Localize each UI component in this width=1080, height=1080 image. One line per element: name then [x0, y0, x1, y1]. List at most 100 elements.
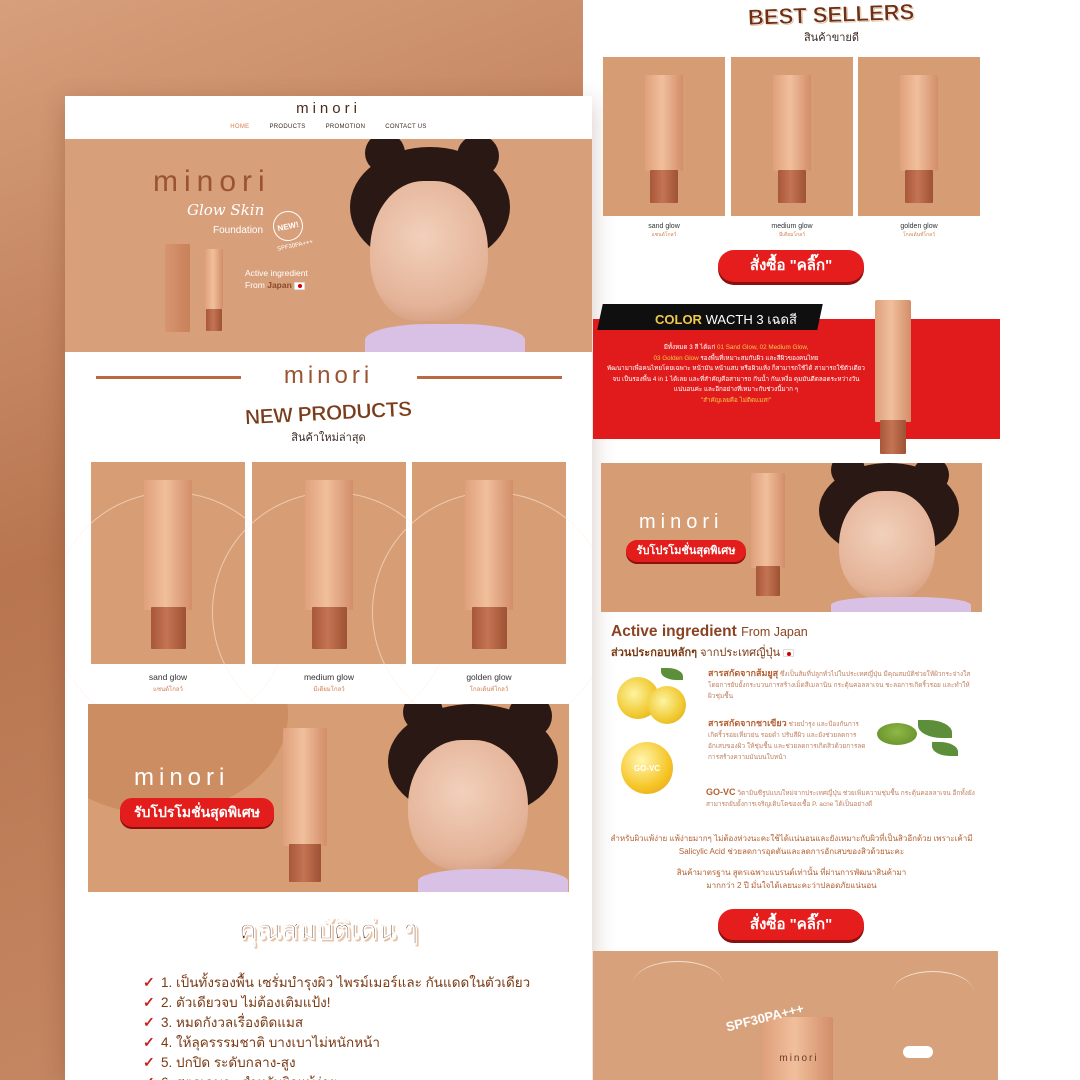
japan-flag-icon [783, 649, 795, 658]
product-thai-name: โกลเด้นท์โกลว์ [902, 232, 936, 238]
bestseller-card-golden-glow[interactable] [858, 57, 980, 216]
feature-text: 4. ให้ลุครรรมชาติ บางเบาไม่หนักหน้า [161, 1035, 380, 1050]
model-shirt-image [831, 597, 971, 612]
product-thai-name: มีเดียมโกลว์ [313, 687, 345, 693]
wave-decor [893, 971, 973, 1011]
product-label: medium glow มีเดียมโกลว์ [252, 672, 406, 694]
model-face-image [408, 740, 528, 870]
best-sellers-heading: BEST SELLERS สินค้าขายดี [583, 0, 1080, 46]
product-thai-name: มีเดียมโกลว์ [778, 232, 806, 238]
color-tag-bold: COLOR [655, 312, 702, 327]
feature-text: 2. ตัวเดียวจบ ไม่ต้องเติมแป้ง! [161, 995, 331, 1010]
bestseller-card-medium-glow[interactable] [731, 57, 853, 216]
features-title: คุณสมบัติเด่น ๆ [238, 915, 419, 946]
nav-item-contact[interactable]: CONTACT US [385, 124, 426, 130]
feature-text: 3. หมดกังวลเรื่องติดแมส [161, 1015, 304, 1030]
promo-logo: minori [639, 511, 724, 533]
bestseller-label: medium glow มีเดียมโกลว์ [731, 223, 853, 239]
promo-banner[interactable]: minori รับโปรโมชั่นสุดพิเศษ [88, 704, 569, 892]
cap-image [905, 170, 933, 203]
feature-item: ✓ 2. ตัวเดียวจบ ไม่ต้องเติมแป้ง! [143, 992, 530, 1012]
product-label: sand glow แซนด์โกลว์ [91, 672, 245, 694]
product-box-image [165, 244, 190, 332]
ingredient-yuzu: สารสกัดจากส้มยูสุ ซึ่งเป็นส้มที่ปลูกทั่ว… [708, 668, 972, 702]
new-products-subtitle: สินค้าใหม่ล่าสุด [291, 432, 366, 444]
color-tube-image [875, 300, 911, 422]
tube-image [773, 75, 811, 171]
product-name[interactable]: golden glow [858, 223, 980, 230]
yuzu-fruit-image [648, 686, 686, 724]
landing-page-preview: minori HOME PRODUCTS PROMOTION CONTACT U… [65, 96, 592, 1080]
color-tag-rest: WACTH 3 เฉดสี [705, 312, 797, 327]
checkmark-icon: ✓ [143, 1013, 155, 1030]
product-label: golden glow โกลเด้นท์โกลว์ [412, 672, 566, 694]
promo-badge[interactable]: รับโปรโมชั่นสุดพิเศษ [626, 540, 746, 562]
order-button-bottom[interactable]: สั่งซื้อ "คลิ๊ก" [718, 909, 864, 940]
promo-badge[interactable]: รับโปรโมชั่นสุดพิเศษ [120, 798, 274, 827]
active-ingredient-callout: Active ingredient From Japan [245, 267, 308, 291]
order-button-top[interactable]: สั่งซื้อ "คลิ๊ก" [718, 250, 864, 282]
hero-banner[interactable]: minori Glow Skin Foundation NEW! SPF30PA… [65, 139, 592, 352]
cap-image [289, 844, 321, 882]
section-divider: minori [65, 362, 592, 392]
checkmark-icon: ✓ [143, 993, 155, 1010]
new-products-title: NEW PRODUCTS [244, 397, 413, 430]
ai-sub-bold: ส่วนประกอบหลักๆ [611, 647, 698, 659]
promo-banner-2[interactable]: minori รับโปรโมชั่นสุดพิเศษ [601, 463, 982, 612]
active-from: From [245, 280, 265, 290]
ai-title-bold: Active ingredient [611, 623, 737, 640]
feature-text: 1. เป็นทั้งรองพื้น เซรั่มบำรุงผิว ไพรม์เ… [161, 975, 531, 990]
feature-item: ✓ 5. ปกปิด ระดับกลาง-สูง [143, 1052, 530, 1072]
color-cap-image [880, 420, 906, 454]
ai-footnote-1: สำหรับผิวแพ้ง่าย แพ้ง่ายมากๆ ไม่ต้องห่วง… [610, 834, 973, 856]
hero-logo: minori [153, 165, 271, 198]
feature-item: ✓ 1. เป็นทั้งรองพื้น เซรั่มบำรุงผิว ไพรม์… [143, 972, 530, 992]
cloud-decor [903, 1046, 933, 1058]
product-card-golden-glow[interactable] [372, 462, 592, 732]
tube-image [900, 75, 938, 171]
divider-logo: minori [283, 362, 374, 389]
site-header: minori HOME PRODUCTS PROMOTION CONTACT U… [65, 96, 592, 139]
product-name[interactable]: golden glow [412, 672, 566, 682]
japan-flag-icon [294, 281, 306, 290]
nav-item-promotion[interactable]: PROMOTION [326, 124, 366, 130]
spf-label: SPF30PA+++ [276, 239, 314, 253]
product-thai-name: แซนด์โกลว์ [651, 232, 677, 238]
product-name[interactable]: medium glow [252, 672, 406, 682]
model-face-image [370, 181, 488, 321]
tube-image [645, 75, 683, 171]
product-name[interactable]: sand glow [91, 672, 245, 682]
checkmark-icon: ✓ [143, 973, 155, 990]
ingredient-desc: วิตามินซีรูปแบบใหม่จากประเทศญี่ปุ่น ช่วย… [706, 790, 975, 808]
color-tag: COLOR WACTH 3 เฉดสี [655, 309, 797, 330]
best-sellers-title: BEST SELLERS [747, 0, 916, 30]
site-logo[interactable]: minori [65, 100, 592, 117]
color-description: มีทั้งหมด 3 สี ได้แก่ 01 Sand Glow, 02 M… [607, 343, 865, 406]
feature-item: ✓ 3. หมดกังวลเรื่องติดแมส [143, 1012, 530, 1032]
tube-image [465, 480, 513, 610]
main-nav: HOME PRODUCTS PROMOTION CONTACT US [65, 124, 592, 130]
tube-image [144, 480, 192, 610]
ai-title-rest: From Japan [741, 625, 808, 639]
hero-script-title: Glow Skin [187, 201, 265, 219]
nav-item-products[interactable]: PRODUCTS [269, 124, 305, 130]
active-japan: Japan [267, 280, 292, 290]
active-ingredient-title: Active ingredient From Japan [611, 623, 808, 641]
color-body-text: พัฒนามาเพื่อคนไทยโดยเฉพาะ หน้ามัน หน้าแส… [607, 365, 865, 393]
new-products-heading: NEW PRODUCTS สินค้าใหม่ล่าสุด [65, 397, 592, 446]
product-name[interactable]: sand glow [603, 223, 725, 230]
checkmark-icon: ✓ [143, 1074, 161, 1080]
product-name[interactable]: medium glow [731, 223, 853, 230]
nav-item-home[interactable]: HOME [230, 124, 249, 130]
new-badge: NEW! [270, 208, 306, 244]
active-line: Active ingredient [245, 268, 308, 278]
tube-image [751, 473, 785, 568]
ai-footnote-2: สินค้ามาตรฐาน สูตรเฉพาะแบรนด์เท่านั้น ที… [676, 868, 907, 890]
ingredient-name: สารสกัดจากชาเขียว [708, 718, 787, 728]
bestseller-card-sand-glow[interactable] [603, 57, 725, 216]
feature-item: ✓6. สูตรเฉพาะ สำหรับผิวแพ้ง่าย [143, 1072, 530, 1080]
bestseller-label: sand glow แซนด์โกลว์ [603, 223, 725, 239]
promo-logo: minori [134, 764, 230, 791]
cap-image [756, 566, 780, 596]
checkmark-icon: ✓ [143, 1053, 155, 1070]
